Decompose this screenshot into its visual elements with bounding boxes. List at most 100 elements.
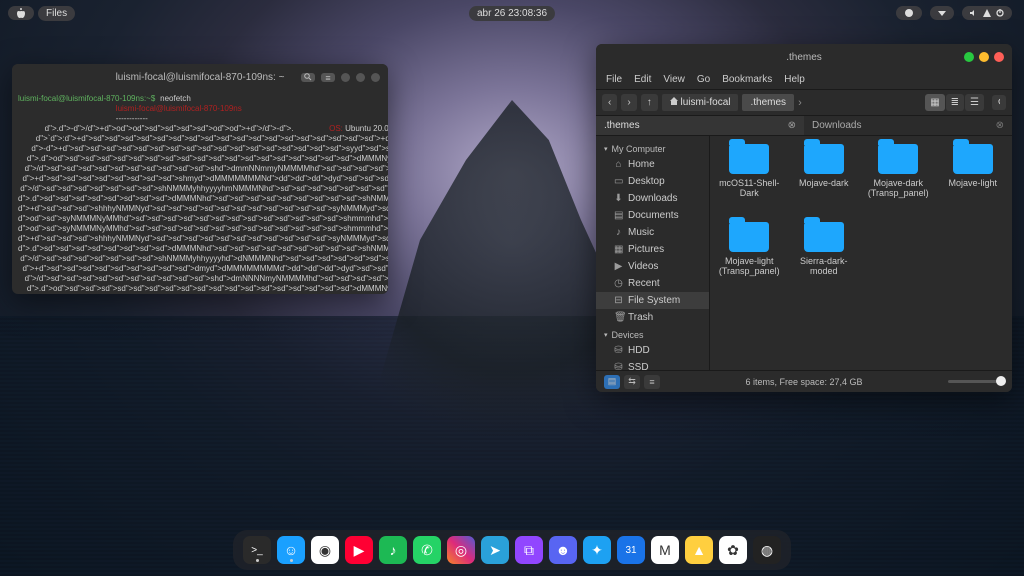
nav-up-button[interactable]: ↑: [641, 94, 658, 111]
dock-terminal[interactable]: >_: [243, 536, 271, 564]
sidebar-item-downloads[interactable]: ⬇Downloads: [596, 190, 709, 207]
breadcrumb-current[interactable]: .themes: [742, 94, 794, 111]
top-panel: Files abr 26 23:08:36: [0, 4, 1024, 22]
running-indicator: [256, 559, 259, 562]
info-toggle[interactable]: ≡: [644, 375, 660, 389]
dock[interactable]: >_☺◉▶♪✆◎➤⧉☻✦31M▲✿◍: [233, 530, 791, 570]
fm-folder-grid[interactable]: mcOS11-Shell-DarkMojave-darkMojave-dark …: [710, 136, 1012, 388]
minimize-button[interactable]: [341, 73, 350, 82]
view-list-button[interactable]: ≣: [946, 94, 964, 111]
music-icon: ♪: [614, 227, 623, 238]
maximize-button[interactable]: [356, 73, 365, 82]
tab-themes[interactable]: .themes⊗: [596, 116, 804, 135]
discord-icon: ☻: [549, 536, 577, 564]
dock-twitch[interactable]: ⧉: [515, 536, 543, 564]
dock-discord[interactable]: ☻: [549, 536, 577, 564]
sidebar-item-music[interactable]: ♪Music: [596, 224, 709, 241]
folder-sierra-dark-moded[interactable]: Sierra-dark-moded: [789, 222, 860, 296]
dock-whatsapp[interactable]: ✆: [413, 536, 441, 564]
dock-drive[interactable]: ▲: [685, 536, 713, 564]
menu-go[interactable]: Go: [697, 74, 710, 85]
nav-forward-button[interactable]: ›: [621, 94, 636, 111]
menu-bookmarks[interactable]: Bookmarks: [722, 74, 772, 85]
dock-twitter[interactable]: ✦: [583, 536, 611, 564]
tray-caret-icon[interactable]: [930, 6, 954, 20]
folder-mcos11-shell-dark[interactable]: mcOS11-Shell-Dark: [714, 144, 785, 218]
sidebar-item-recent[interactable]: ◷Recent: [596, 275, 709, 292]
home-icon: ⌂: [614, 159, 623, 170]
dock-spotify[interactable]: ♪: [379, 536, 407, 564]
folder-mojave-dark-transp_panel-[interactable]: Mojave-dark (Transp_panel): [863, 144, 934, 218]
view-compact-button[interactable]: ☰: [965, 94, 984, 111]
terminal-body[interactable]: luismi-focal@luismifocal-870-109ns:~$ ne…: [12, 90, 388, 294]
breadcrumb-home[interactable]: luismi-focal: [662, 94, 739, 111]
sidebar-section-devices[interactable]: ▾ Devices: [596, 326, 709, 342]
command: neofetch: [160, 94, 191, 103]
close-button[interactable]: [371, 73, 380, 82]
menu-edit[interactable]: Edit: [634, 74, 651, 85]
prompt: luismi-focal@luismifocal-870-109ns:~$: [18, 94, 155, 103]
terminal-window[interactable]: luismi-focal@luismifocal-870-109ns: ~ ≡ …: [12, 64, 388, 294]
sidebar-item-desktop[interactable]: ▭Desktop: [596, 173, 709, 190]
close-tab-icon[interactable]: ⊗: [996, 120, 1004, 131]
zoom-slider[interactable]: [948, 380, 1004, 383]
folder-mojave-dark[interactable]: Mojave-dark: [789, 144, 860, 218]
trash-icon: 🗑: [614, 312, 623, 323]
tray-system-icon[interactable]: [962, 6, 1012, 20]
tree-toggle[interactable]: ⇆: [624, 375, 640, 389]
twitter-icon: ✦: [583, 536, 611, 564]
youtube-icon: ▶: [345, 536, 373, 564]
search-button[interactable]: [992, 95, 1006, 110]
menu-file[interactable]: File: [606, 74, 622, 85]
menu-view[interactable]: View: [663, 74, 685, 85]
fm-sidebar[interactable]: ▾ My Computer⌂Home▭Desktop⬇Downloads▤Doc…: [596, 136, 710, 388]
sidebar-item-documents[interactable]: ▤Documents: [596, 207, 709, 224]
fm-tabstrip: .themes⊗Downloads⊗: [596, 116, 1012, 136]
calendar-icon: 31: [617, 536, 645, 564]
dock-calendar[interactable]: 31: [617, 536, 645, 564]
search-button[interactable]: [301, 73, 315, 82]
sidebar-item-hdd[interactable]: ⛁HDD: [596, 342, 709, 359]
menu-help[interactable]: Help: [784, 74, 805, 85]
dock-telegram[interactable]: ➤: [481, 536, 509, 564]
tab-Downloads[interactable]: Downloads⊗: [804, 116, 1012, 135]
fm-titlebar[interactable]: .themes: [596, 44, 1012, 70]
sidebar-item-home[interactable]: ⌂Home: [596, 156, 709, 173]
close-button[interactable]: [994, 52, 1004, 62]
terminal-titlebar[interactable]: luismi-focal@luismifocal-870-109ns: ~ ≡: [12, 64, 388, 90]
folder-mojave-light-transp_panel-[interactable]: Mojave-light (Transp_panel): [714, 222, 785, 296]
dock-photos[interactable]: ✿: [719, 536, 747, 564]
folder-icon: [804, 222, 844, 252]
nav-back-button[interactable]: ‹: [602, 94, 617, 111]
folder-mojave-light[interactable]: Mojave-light: [938, 144, 1009, 218]
file-manager-window[interactable]: .themes File Edit View Go Bookmarks Help ‹ › …: [596, 44, 1012, 392]
breadcrumb-label: luismi-focal: [680, 97, 730, 108]
dock-steam[interactable]: ◍: [753, 536, 781, 564]
sidebar-section-my-computer[interactable]: ▾ My Computer: [596, 140, 709, 156]
dock-finder[interactable]: ☺: [277, 536, 305, 564]
files-menu[interactable]: Files: [38, 6, 75, 21]
view-icons-button[interactable]: ▦: [925, 94, 944, 111]
terminal-title: luismi-focal@luismifocal-870-109ns: ~: [116, 72, 285, 83]
sidebar-item-pictures[interactable]: ▦Pictures: [596, 241, 709, 258]
desktop-icon: ▭: [614, 176, 623, 187]
maximize-button[interactable]: [964, 52, 974, 62]
dock-gmail[interactable]: M: [651, 536, 679, 564]
hdd-icon: ⛁: [614, 345, 623, 356]
apple-menu[interactable]: [8, 6, 34, 20]
menu-button[interactable]: ≡: [321, 73, 335, 82]
minimize-button[interactable]: [979, 52, 989, 62]
sidebar-item-trash[interactable]: 🗑Trash: [596, 309, 709, 326]
neofetch-ascii: luismi-focal@luismifocal-870-109ns -----…: [18, 104, 388, 294]
places-toggle[interactable]: ▤: [604, 375, 620, 389]
dock-instagram[interactable]: ◎: [447, 536, 475, 564]
clock: abr 26 23:08:36: [469, 6, 555, 21]
dock-chrome[interactable]: ◉: [311, 536, 339, 564]
apple-logo-icon: [16, 8, 26, 18]
sidebar-item-file-system[interactable]: ⊟File System: [596, 292, 709, 309]
sidebar-item-videos[interactable]: ▶Videos: [596, 258, 709, 275]
tray-discord-icon[interactable]: [896, 6, 922, 20]
close-tab-icon[interactable]: ⊗: [788, 120, 796, 131]
fm-toolbar: ‹ › ↑ luismi-focal .themes › ▦ ≣ ☰: [596, 90, 1012, 116]
dock-youtube[interactable]: ▶: [345, 536, 373, 564]
